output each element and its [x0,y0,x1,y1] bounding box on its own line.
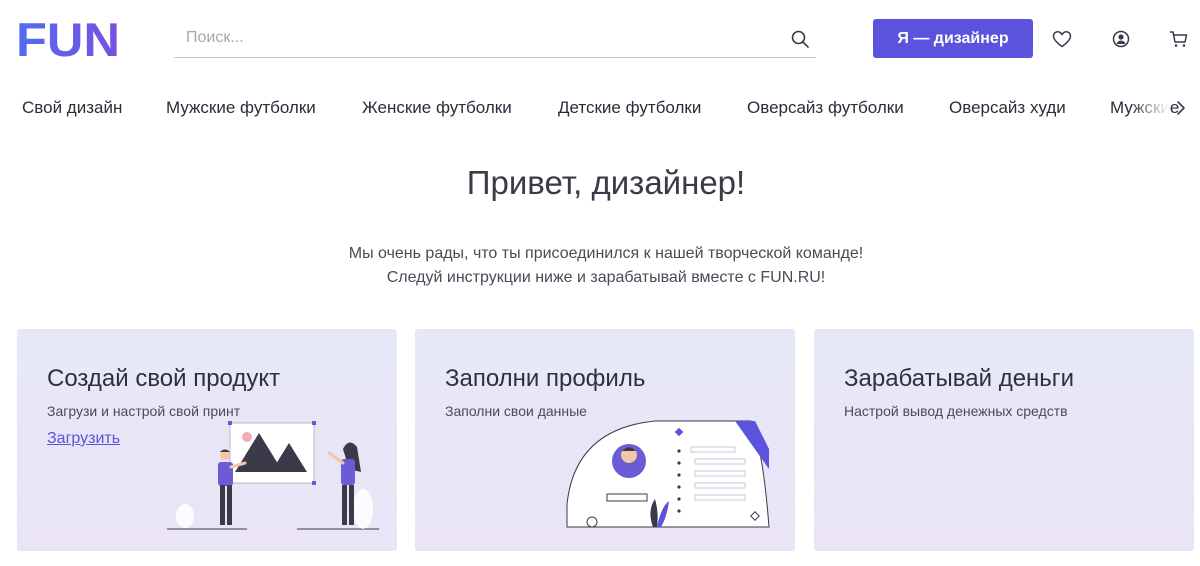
logo[interactable]: FUN [16,16,122,60]
user-icon[interactable] [1110,28,1132,50]
card-description: Настрой вывод денежных средств [844,403,1068,419]
card-create-product: Создай свой продукт Загрузи и настрой св… [17,329,397,551]
search-icon[interactable] [790,29,810,49]
card-description: Заполни свои данные [445,403,587,419]
upload-illustration-icon [167,421,379,530]
nav-fade [1130,88,1170,128]
page-title: Привет, дизайнер! [466,164,746,201]
nav-item-kids-tshirts[interactable]: Детские футболки [558,98,701,118]
nav-item-oversize-hoodie[interactable]: Оверсайз худи [949,98,1066,118]
search-bar [174,20,816,58]
designer-button[interactable]: Я — дизайнер [873,19,1033,58]
cart-icon[interactable] [1168,28,1190,50]
logo-text: FUN [16,16,120,60]
hero-subtitle-line-2: Следуй инструкции ниже и зарабатывай вме… [386,269,826,286]
hero-subtitle-line-1: Мы очень рады, что ты присоединился к на… [348,245,864,262]
nav-item-own-design[interactable]: Свой дизайн [22,98,122,118]
search-input[interactable] [174,20,774,56]
card-title: Заполни профиль [445,365,646,392]
header: FUN Я — дизайнер [0,0,1200,80]
upload-link[interactable]: Загрузить [47,430,120,448]
category-nav: Свой дизайн Мужские футболки Женские фут… [0,88,1200,128]
card-title: Создай свой продукт [47,365,281,392]
heart-icon[interactable] [1051,28,1073,50]
profile-illustration-icon [566,420,770,528]
card-title: Зарабатывай деньги [844,365,1074,392]
card-earn-money: Зарабатывай деньги Настрой вывод денежны… [814,329,1194,551]
nav-item-mens-tshirts[interactable]: Мужские футболки [166,98,316,118]
chevron-right-icon[interactable] [1172,98,1190,118]
nav-item-oversize-tshirts[interactable]: Оверсайз футболки [747,98,904,118]
nav-item-womens-tshirts[interactable]: Женские футболки [362,98,512,118]
card-fill-profile: Заполни профиль Заполни свои данные [415,329,795,551]
